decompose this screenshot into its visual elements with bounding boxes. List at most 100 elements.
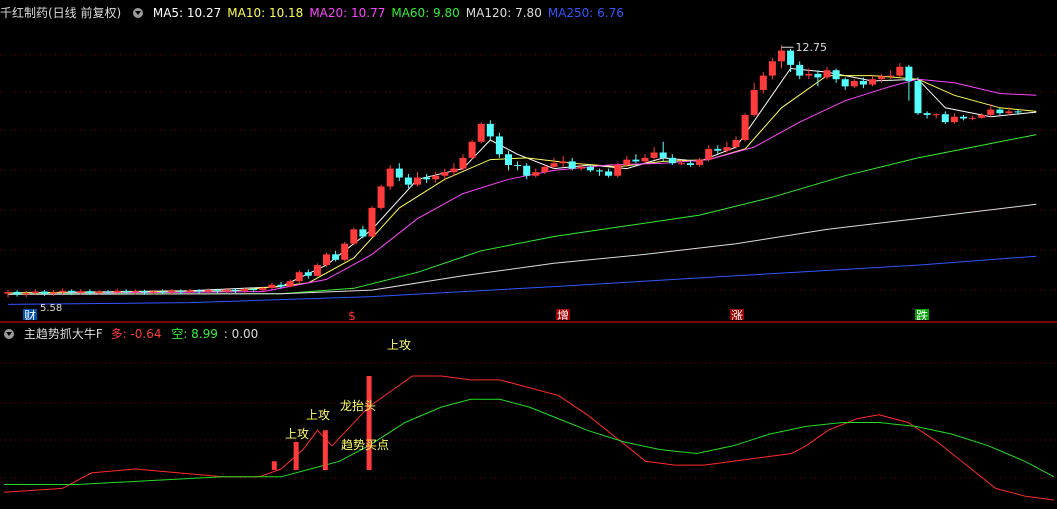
candle-body	[150, 291, 158, 293]
candle-body	[359, 229, 367, 237]
candle-body	[878, 76, 886, 80]
candle-body	[332, 254, 340, 260]
candle	[386, 165, 394, 191]
candle	[596, 168, 603, 176]
signal-annotation: 上攻	[306, 408, 330, 422]
candle-body	[386, 168, 394, 187]
candle-body	[905, 66, 913, 81]
candle	[486, 120, 494, 140]
candle	[641, 154, 649, 164]
candle	[341, 241, 349, 262]
indicator-gear-icon[interactable]	[4, 329, 14, 339]
candle	[914, 77, 922, 115]
signal-bar	[366, 376, 372, 470]
candle-body	[732, 139, 740, 148]
candle	[896, 63, 904, 78]
signal-bar	[271, 461, 277, 470]
candle	[869, 75, 876, 87]
candle-body	[423, 177, 431, 180]
duo-value: 多: -0.64	[110, 327, 162, 341]
high-price-label: 12.75	[796, 41, 828, 54]
candle	[4, 290, 12, 298]
candle	[923, 111, 931, 119]
candle-body	[668, 157, 676, 164]
candle-body	[204, 290, 212, 292]
kong-line	[4, 398, 1055, 485]
candle-body	[950, 116, 958, 123]
candle-body	[414, 177, 421, 185]
candle-body	[850, 80, 858, 87]
candle-body	[996, 109, 1004, 114]
candle	[941, 111, 949, 124]
candle	[368, 206, 376, 238]
panel-divider[interactable]	[0, 321, 1057, 323]
candle-body	[650, 152, 658, 158]
candle	[750, 82, 758, 117]
candle-body	[741, 114, 749, 140]
candle	[414, 172, 421, 187]
signal-annotation: 龙抬头	[340, 399, 376, 413]
candle	[532, 168, 540, 178]
candle	[614, 163, 622, 178]
candle	[204, 288, 212, 294]
candle-body	[277, 284, 285, 287]
candle-body	[468, 141, 476, 158]
candle-body	[40, 291, 48, 294]
event-marker-text: 财	[24, 309, 36, 320]
candle-body	[295, 272, 303, 282]
candle-body	[186, 290, 194, 292]
event-marker-text: $	[348, 309, 356, 320]
candle-body	[514, 165, 522, 166]
candle	[468, 139, 476, 160]
candle-body	[832, 70, 840, 80]
kong-value: 空: 8.99	[171, 327, 218, 341]
candle	[268, 282, 276, 290]
event-marker: 增	[556, 309, 570, 320]
candle-body	[404, 177, 412, 185]
candle-body	[395, 168, 403, 178]
candle-body	[969, 117, 977, 119]
signal-annotation: 上攻	[285, 427, 309, 441]
candle	[887, 70, 895, 80]
candle-body	[505, 154, 512, 165]
candle-body	[22, 292, 30, 295]
candle-body	[368, 207, 376, 237]
candle-body	[213, 290, 221, 292]
candle-body	[31, 291, 39, 293]
candle-body	[696, 159, 704, 165]
candle-body	[896, 66, 904, 76]
candle-body	[1014, 111, 1022, 113]
candle-body	[687, 163, 694, 165]
price-chart[interactable]: 12.75 5.58 财 $ 增 涨 跌	[0, 0, 1057, 320]
candle-body	[632, 159, 640, 162]
candle-body	[250, 289, 258, 291]
candle	[423, 173, 431, 183]
candle-body	[450, 168, 458, 173]
candle-body	[532, 172, 540, 176]
candle	[796, 61, 804, 80]
candle-body	[814, 73, 822, 78]
event-marker-text: 跌	[916, 308, 928, 320]
candle	[759, 72, 767, 94]
candle-body	[759, 75, 767, 90]
ma-line-ma20	[7, 78, 1037, 295]
candle	[350, 227, 358, 246]
signal-bar	[293, 441, 299, 470]
candle	[50, 290, 57, 296]
candle-body	[596, 170, 603, 172]
candle	[550, 157, 558, 169]
candle-body	[869, 79, 876, 85]
candle	[568, 157, 576, 171]
candle	[505, 150, 512, 171]
candle	[295, 270, 303, 283]
candle	[323, 252, 330, 267]
candle-body	[705, 148, 713, 160]
candle	[313, 263, 321, 277]
candle	[960, 114, 967, 121]
candle	[605, 168, 613, 178]
candle-body	[614, 165, 622, 176]
event-marker: 跌	[915, 308, 929, 320]
candle-body	[659, 152, 667, 158]
low-price-label: 5.58	[40, 303, 62, 314]
candle	[768, 57, 776, 80]
